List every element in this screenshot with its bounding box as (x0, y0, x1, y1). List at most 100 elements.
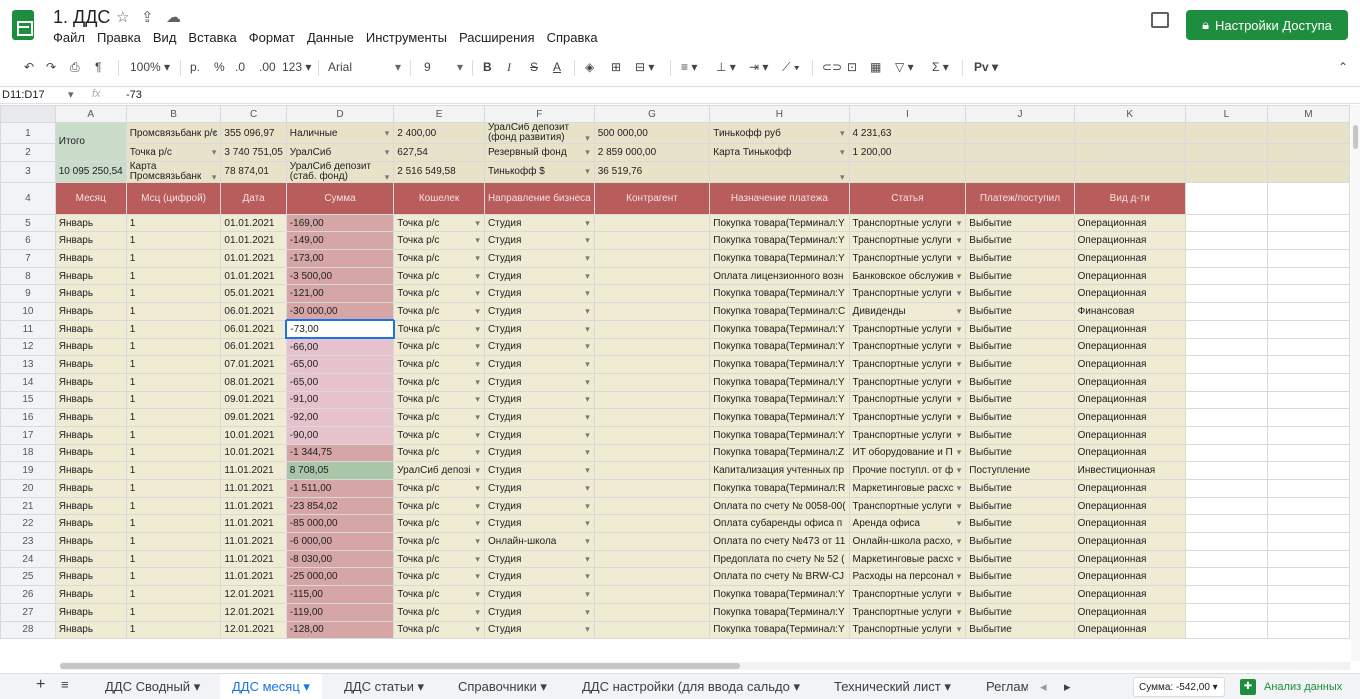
menu-data[interactable]: Данные (301, 30, 360, 45)
business-direction-cell[interactable]: Студия (483, 567, 595, 587)
paint-format-icon[interactable]: ¶ (95, 60, 101, 74)
column-title[interactable]: Дата (220, 181, 287, 215)
select-all-corner[interactable] (0, 105, 56, 123)
amount-cell[interactable]: -121,00 (285, 284, 395, 304)
column-title[interactable]: Сумма (285, 181, 395, 215)
date-cell[interactable]: 05.01.2021 (220, 284, 287, 304)
cell[interactable] (1184, 266, 1268, 286)
increase-decimal-button[interactable]: .00 (259, 60, 276, 74)
wallet-name-cell[interactable]: Карта Промсвязьбанк (125, 160, 222, 183)
wallet-cell[interactable]: Точка р/с (393, 302, 485, 321)
flow-type-cell[interactable]: Выбытие (965, 408, 1075, 427)
business-direction-cell[interactable]: Студия (483, 284, 595, 304)
cell[interactable] (1184, 549, 1268, 569)
cell[interactable] (1266, 620, 1350, 640)
cell[interactable] (1266, 249, 1350, 268)
merge-cells-icon[interactable]: ⊟ ▾ (635, 60, 654, 74)
row-header[interactable]: 26 (0, 585, 56, 604)
flow-type-cell[interactable]: Выбытие (965, 620, 1075, 640)
month-cell[interactable]: Январь (54, 355, 127, 374)
cell[interactable] (1266, 425, 1350, 445)
functions-icon[interactable]: Σ ▾ (932, 60, 949, 74)
wallet-cell[interactable]: Точка р/с (393, 549, 485, 569)
column-title[interactable]: Статья (848, 181, 967, 215)
cell[interactable] (1184, 532, 1268, 551)
month-number-cell[interactable]: 1 (125, 532, 222, 551)
amount-cell[interactable]: -73,00 (285, 319, 395, 339)
activity-type-cell[interactable]: Операционная (1073, 443, 1186, 463)
business-direction-cell[interactable]: Студия (483, 213, 595, 233)
month-cell[interactable]: Январь (54, 461, 127, 480)
flow-type-cell[interactable]: Выбытие (965, 355, 1075, 374)
month-number-cell[interactable]: 1 (125, 461, 222, 480)
date-cell[interactable]: 01.01.2021 (220, 213, 287, 233)
amount-cell[interactable]: -65,00 (285, 355, 395, 374)
bold-button[interactable]: B (483, 60, 492, 74)
wallet-name-cell[interactable]: Наличные (285, 122, 395, 144)
amount-cell[interactable]: -6 000,00 (285, 532, 395, 551)
date-cell[interactable]: 06.01.2021 (220, 302, 287, 321)
counterparty-cell[interactable] (593, 567, 711, 587)
month-number-cell[interactable]: 1 (125, 302, 222, 321)
italic-button[interactable]: I (507, 60, 511, 75)
fill-color-icon[interactable]: ◈ (585, 60, 594, 74)
column-title[interactable]: Вид д-ти (1073, 181, 1186, 215)
business-direction-cell[interactable]: Студия (483, 408, 595, 427)
amount-cell[interactable]: 8 708,05 (285, 461, 395, 480)
cell[interactable] (1184, 372, 1268, 392)
wallet-name-cell[interactable]: УралСиб депозит (фонд развития) (483, 122, 595, 144)
column-header[interactable]: G (593, 105, 711, 123)
month-number-cell[interactable]: 1 (125, 425, 222, 445)
date-cell[interactable]: 11.01.2021 (220, 549, 287, 569)
counterparty-cell[interactable] (593, 532, 711, 551)
vertical-scroll-thumb[interactable] (1353, 125, 1358, 149)
article-cell[interactable]: Транспортные услуги (848, 390, 967, 410)
date-cell[interactable]: 11.01.2021 (220, 514, 287, 534)
counterparty-cell[interactable] (593, 372, 711, 392)
month-cell[interactable]: Январь (54, 425, 127, 445)
wallet-name-cell[interactable]: Точка р/с (125, 143, 222, 162)
article-cell[interactable]: Транспортные услуги (848, 496, 967, 516)
total-label-cell[interactable]: Итого (54, 122, 127, 162)
wallet-cell[interactable]: Точка р/с (393, 496, 485, 516)
cell[interactable] (1184, 479, 1268, 498)
amount-cell[interactable]: -119,00 (285, 602, 395, 622)
vertical-scrollbar[interactable] (1351, 105, 1360, 661)
counterparty-cell[interactable] (593, 249, 711, 268)
payment-purpose-cell[interactable]: Покупка товара(Терминал:Y (709, 372, 850, 392)
payment-purpose-cell[interactable]: Покупка товара(Терминал:Y (709, 337, 850, 357)
flow-type-cell[interactable]: Выбытие (965, 496, 1075, 516)
cell[interactable] (1073, 143, 1186, 162)
date-cell[interactable]: 11.01.2021 (220, 496, 287, 516)
payment-purpose-cell[interactable]: Покупка товара(Терминал:Z (709, 443, 850, 463)
insert-chart-icon[interactable]: ▦ (870, 60, 881, 74)
counterparty-cell[interactable] (593, 408, 711, 427)
cell[interactable] (1266, 390, 1350, 410)
amount-cell[interactable]: -128,00 (285, 620, 395, 640)
amount-cell[interactable]: -115,00 (285, 585, 395, 604)
wallet-balance-cell[interactable]: 2 516 549,58 (393, 160, 485, 183)
date-cell[interactable]: 09.01.2021 (220, 408, 287, 427)
article-cell[interactable]: Транспортные услуги (848, 408, 967, 427)
payment-purpose-cell[interactable]: Покупка товара(Терминал:Y (709, 284, 850, 304)
flow-type-cell[interactable]: Выбытие (965, 302, 1075, 321)
activity-type-cell[interactable]: Операционная (1073, 390, 1186, 410)
comments-icon[interactable] (1151, 12, 1169, 28)
month-cell[interactable]: Январь (54, 319, 127, 339)
month-cell[interactable]: Январь (54, 302, 127, 321)
sheet-tab-dds-articles[interactable]: ДДС статьи ▾ (344, 679, 424, 695)
column-title[interactable]: Назначение платежа (709, 181, 850, 215)
amount-cell[interactable]: -90,00 (285, 425, 395, 445)
counterparty-cell[interactable] (593, 514, 711, 534)
column-header[interactable]: A (54, 105, 127, 123)
sheet-tab-dds-month[interactable]: ДДС месяц ▾ (220, 674, 322, 699)
wallet-cell[interactable]: Точка р/с (393, 337, 485, 357)
decrease-decimal-button[interactable]: .0 (235, 60, 245, 74)
payment-purpose-cell[interactable]: Оплата по счету №473 от 11 (709, 532, 850, 551)
cell[interactable] (1184, 585, 1268, 604)
amount-cell[interactable]: -3 500,00 (285, 266, 395, 286)
counterparty-cell[interactable] (593, 602, 711, 622)
activity-type-cell[interactable]: Операционная (1073, 567, 1186, 587)
activity-type-cell[interactable]: Финансовая (1073, 302, 1186, 321)
cell[interactable] (1266, 337, 1350, 357)
